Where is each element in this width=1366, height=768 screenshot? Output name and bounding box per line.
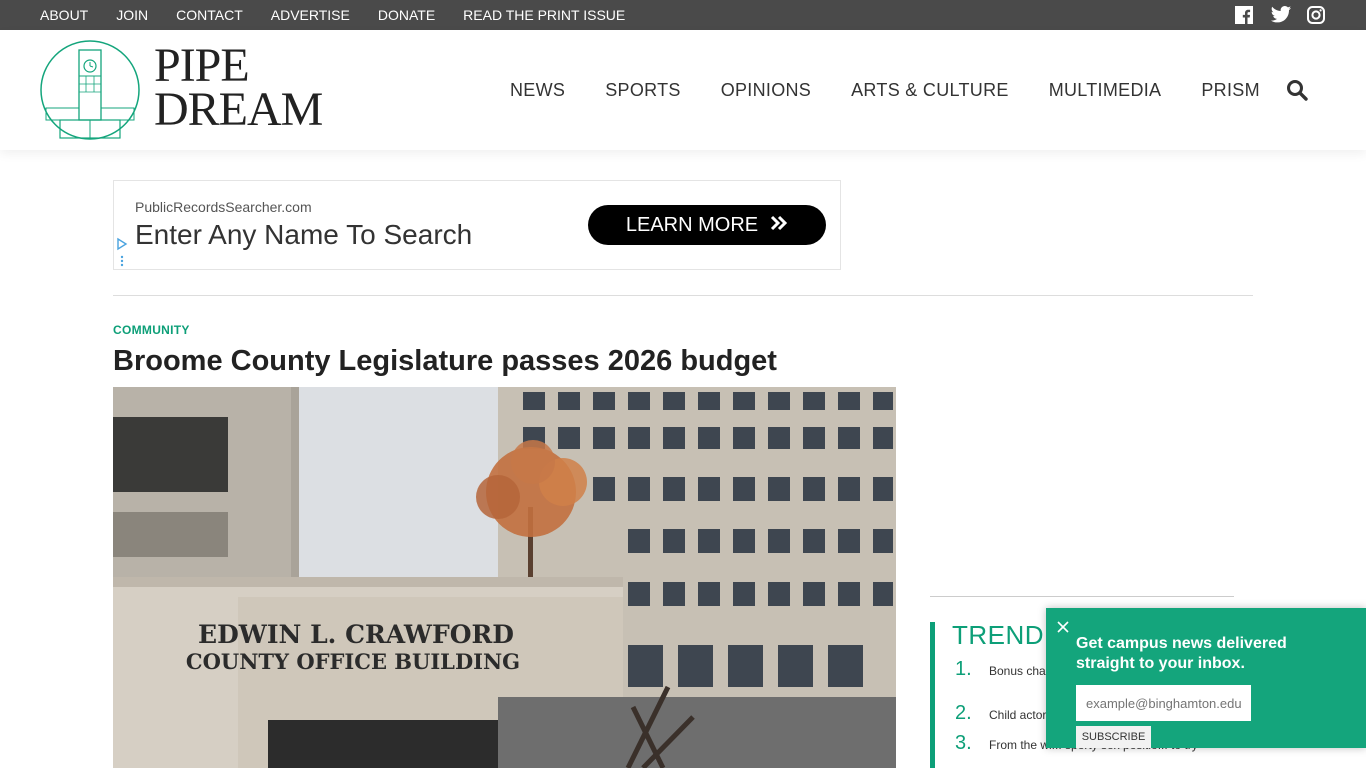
search-icon[interactable]	[1286, 79, 1308, 101]
article-title: Broome County Legislature passes 2026 bu…	[113, 345, 777, 377]
advertisement-banner[interactable]: PublicRecordsSearcher.com Enter Any Name…	[113, 180, 841, 270]
contact-link[interactable]: CONTACT	[176, 7, 243, 23]
photo-sign-line1: EDWIN L. CRAWFORD	[198, 620, 514, 649]
site-logo-text[interactable]: PIPE DREAM	[154, 39, 323, 136]
content-divider	[113, 295, 1253, 296]
nav-prism[interactable]: PRISM	[1201, 80, 1260, 101]
trending-number: 1.	[955, 658, 972, 680]
photo-sign-line2: COUNTY OFFICE BUILDING	[186, 649, 520, 674]
sidebar-divider	[930, 596, 1234, 597]
newsletter-message: Get campus news delivered straight to yo…	[1076, 635, 1287, 672]
trending-heading: TRENDI	[952, 620, 1052, 650]
donate-link[interactable]: DONATE	[378, 7, 435, 23]
double-chevron-right-icon	[770, 214, 788, 237]
adchoices-icon[interactable]	[116, 237, 128, 267]
logo-line-dream: DREAM	[154, 83, 323, 136]
nav-sports[interactable]: SPORTS	[605, 80, 681, 101]
article-featured-image: EDWIN L. CRAWFORD COUNTY OFFICE BUILDING	[113, 387, 896, 768]
newsletter-email-input[interactable]	[1076, 685, 1251, 721]
about-link[interactable]: ABOUT	[40, 7, 88, 23]
print-issue-link[interactable]: READ THE PRINT ISSUE	[463, 7, 625, 23]
ad-learn-more-button[interactable]: LEARN MORE	[588, 205, 826, 245]
subscribe-button[interactable]: SUBSCRIBE	[1076, 726, 1151, 748]
article-category[interactable]: COMMUNITY	[113, 323, 190, 337]
close-icon[interactable]	[1056, 620, 1070, 634]
site-header: PIPE DREAM NEWS SPORTS OPINIONS ARTS & C…	[0, 30, 1366, 150]
logo-line-pipe: PIPE	[154, 39, 250, 92]
ad-cta-label: LEARN MORE	[625, 213, 759, 236]
join-link[interactable]: JOIN	[116, 7, 148, 23]
main-nav: NEWS SPORTS OPINIONS ARTS & CULTURE MULT…	[510, 30, 1308, 150]
facebook-icon[interactable]	[1234, 5, 1254, 25]
trending-number: 3.	[955, 732, 972, 754]
ad-domain: PublicRecordsSearcher.com	[135, 199, 312, 215]
nav-multimedia[interactable]: MULTIMEDIA	[1049, 80, 1162, 101]
ad-headline: Enter Any Name To Search	[135, 219, 473, 250]
nav-opinions[interactable]: OPINIONS	[721, 80, 811, 101]
nav-arts-culture[interactable]: ARTS & CULTURE	[851, 80, 1009, 101]
social-links	[1234, 5, 1326, 25]
pipe-dream-logo-icon[interactable]	[40, 40, 140, 140]
top-utility-bar: ABOUT JOIN CONTACT ADVERTISE DONATE READ…	[0, 0, 1366, 30]
instagram-icon[interactable]	[1306, 5, 1326, 25]
nav-news[interactable]: NEWS	[510, 80, 565, 101]
newsletter-popup: Get campus news delivered straight to yo…	[1046, 608, 1366, 748]
trending-number: 2.	[955, 702, 972, 724]
utility-links: ABOUT JOIN CONTACT ADVERTISE DONATE READ…	[40, 0, 653, 30]
twitter-icon[interactable]	[1270, 5, 1292, 25]
advertise-link[interactable]: ADVERTISE	[271, 7, 350, 23]
